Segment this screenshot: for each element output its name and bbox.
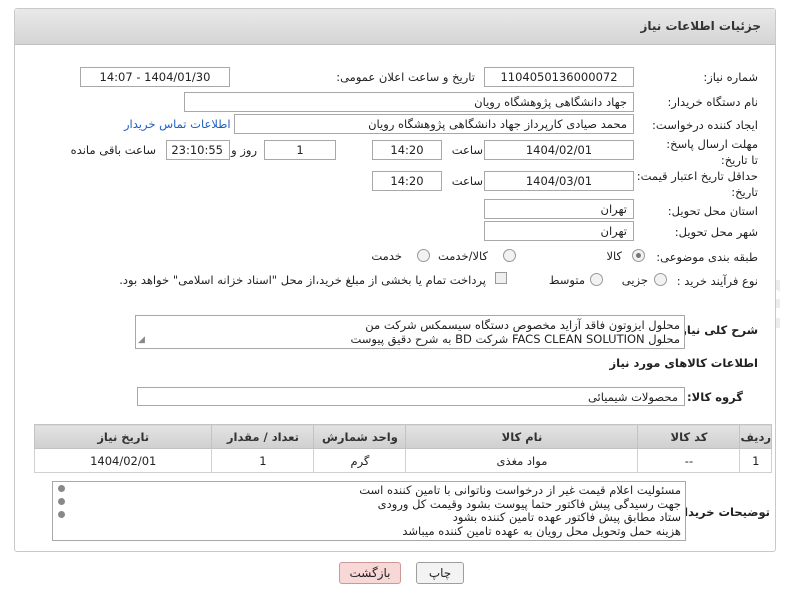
col-header-code: کد کالا bbox=[637, 424, 741, 449]
category-option-goods-service: کالا/خدمت bbox=[437, 249, 488, 263]
city-field[interactable]: تهران bbox=[484, 221, 634, 241]
table-row[interactable]: 1 -- مواد مغذی گرم 1 1404/02/01 bbox=[33, 448, 772, 473]
col-header-row-no: ردیف bbox=[739, 424, 772, 449]
process-label: نوع فرآیند خرید : bbox=[676, 274, 758, 288]
cell-date: 1404/02/01 bbox=[33, 448, 213, 473]
col-header-qty: تعداد / مقدار bbox=[211, 424, 315, 449]
days-label: روز و bbox=[231, 143, 257, 157]
announce-label: تاریخ و ساعت اعلان عمومی: bbox=[336, 70, 475, 84]
category-option-goods: کالا bbox=[606, 249, 622, 263]
goods-table: ردیف کد کالا نام کالا واحد شمارش تعداد /… bbox=[33, 424, 772, 473]
announce-field[interactable]: 1404/01/30 - 14:07 bbox=[80, 67, 230, 87]
category-radio-goods-service[interactable] bbox=[503, 249, 516, 262]
buyer-org-field[interactable]: جهاد دانشگاهی پژوهشگاه رویان bbox=[184, 92, 634, 112]
province-label: استان محل تحویل: bbox=[667, 204, 758, 218]
buyer-notes-textarea[interactable]: مسئولیت اعلام قیمت غیر از درخواست وناتوا… bbox=[52, 481, 686, 541]
cell-qty: 1 bbox=[211, 448, 315, 473]
notes-scroll-indicator[interactable] bbox=[58, 485, 66, 524]
buyer-note-line: هزینه حمل وتحویل محل رویان به عهده تامین… bbox=[402, 523, 681, 538]
cell-row-no: 1 bbox=[739, 448, 772, 473]
col-header-unit: واحد شمارش bbox=[313, 424, 407, 449]
reply-date-field[interactable]: 1404/02/01 bbox=[484, 140, 634, 160]
price-time-field[interactable]: 14:20 bbox=[372, 171, 442, 191]
description-label: شرح کلی نیاز: bbox=[675, 323, 758, 337]
remaining-time-field[interactable]: 23:10:55 bbox=[166, 140, 230, 160]
buyer-contact-link[interactable]: اطلاعات تماس خریدار bbox=[124, 117, 231, 131]
process-radio-medium[interactable] bbox=[590, 273, 603, 286]
province-field[interactable]: تهران bbox=[484, 199, 634, 219]
reply-time-field[interactable]: 14:20 bbox=[372, 140, 442, 160]
cell-code: -- bbox=[637, 448, 741, 473]
goods-group-field[interactable]: محصولات شیمیائی bbox=[137, 387, 685, 406]
description-line-2: محلول FACS CLEAN SOLUTION شرکت BD به شرح… bbox=[350, 332, 681, 346]
remaining-time-label: ساعت باقی مانده bbox=[70, 143, 156, 157]
price-date-field[interactable]: 1404/03/01 bbox=[484, 171, 634, 191]
buyer-note-line: مسئولیت اعلام قیمت غیر از درخواست وناتوا… bbox=[359, 483, 681, 497]
treasury-checkbox[interactable] bbox=[495, 272, 507, 284]
price-validity-label: حداقل تاریخ اعتبار قیمت: تا تاریخ: bbox=[626, 169, 758, 199]
panel-header: جزئیات اطلاعات نیاز bbox=[15, 9, 775, 45]
reply-deadline-label: مهلت ارسال پاسخ: تا تاریخ: bbox=[666, 137, 758, 167]
treasury-payment-note: پرداخت تمام یا بخشی از مبلغ خرید،از محل … bbox=[119, 273, 486, 287]
buyer-org-label: نام دستگاه خریدار: bbox=[667, 95, 758, 109]
cell-name: مواد مغذی bbox=[405, 448, 639, 473]
creator-field[interactable]: محمد صیادی کارپرداز جهاد دانشگاهی پژوهشگ… bbox=[234, 114, 634, 134]
need-number-label: شماره نیاز: bbox=[703, 70, 758, 84]
days-field[interactable]: 1 bbox=[264, 140, 336, 160]
category-radio-service[interactable] bbox=[417, 249, 430, 262]
buyer-note-line: جهت رسیدگی پیش فاکتور حتما پیوست بشود وق… bbox=[377, 496, 681, 511]
need-number-field[interactable]: 1104050136000072 bbox=[484, 67, 634, 87]
description-line-1: محلول ایزوتون فاقد آزاید مخصوص دستگاه سی… bbox=[365, 318, 680, 332]
back-button[interactable]: بازگشت bbox=[339, 562, 401, 584]
cell-unit: گرم bbox=[313, 448, 407, 473]
goods-info-title: اطلاعات کالاهای مورد نیاز bbox=[609, 356, 758, 370]
process-option-medium: متوسط bbox=[548, 273, 585, 287]
goods-group-label: گروه کالا: bbox=[687, 390, 743, 404]
resize-grip-icon[interactable]: ◢ bbox=[138, 333, 145, 347]
category-label: طبقه بندی موضوعی: bbox=[656, 250, 758, 264]
price-time-label: ساعت bbox=[451, 174, 483, 188]
category-radio-goods[interactable] bbox=[632, 249, 645, 262]
process-option-minor: جزیی bbox=[621, 273, 648, 287]
col-header-name: نام کالا bbox=[405, 424, 639, 449]
description-textarea[interactable]: محلول ایزوتون فاقد آزاید مخصوص دستگاه سی… bbox=[135, 315, 685, 349]
table-header-row: ردیف کد کالا نام کالا واحد شمارش تعداد /… bbox=[33, 424, 772, 449]
reply-time-label: ساعت bbox=[451, 143, 483, 157]
print-button[interactable]: چاپ bbox=[416, 562, 464, 584]
buyer-note-line: ستاد مطابق پیش فاکتور عهده تامین کننده ب… bbox=[452, 510, 681, 524]
creator-label: ایجاد کننده درخواست: bbox=[652, 118, 758, 132]
process-radio-minor[interactable] bbox=[654, 273, 667, 286]
page-title: جزئیات اطلاعات نیاز bbox=[640, 19, 761, 33]
city-label: شهر محل تحویل: bbox=[674, 225, 758, 239]
category-option-service: خدمت bbox=[371, 249, 402, 263]
col-header-date: تاریخ نیاز bbox=[33, 424, 213, 449]
buyer-notes-label: توضیحات خریدار: bbox=[672, 505, 770, 519]
